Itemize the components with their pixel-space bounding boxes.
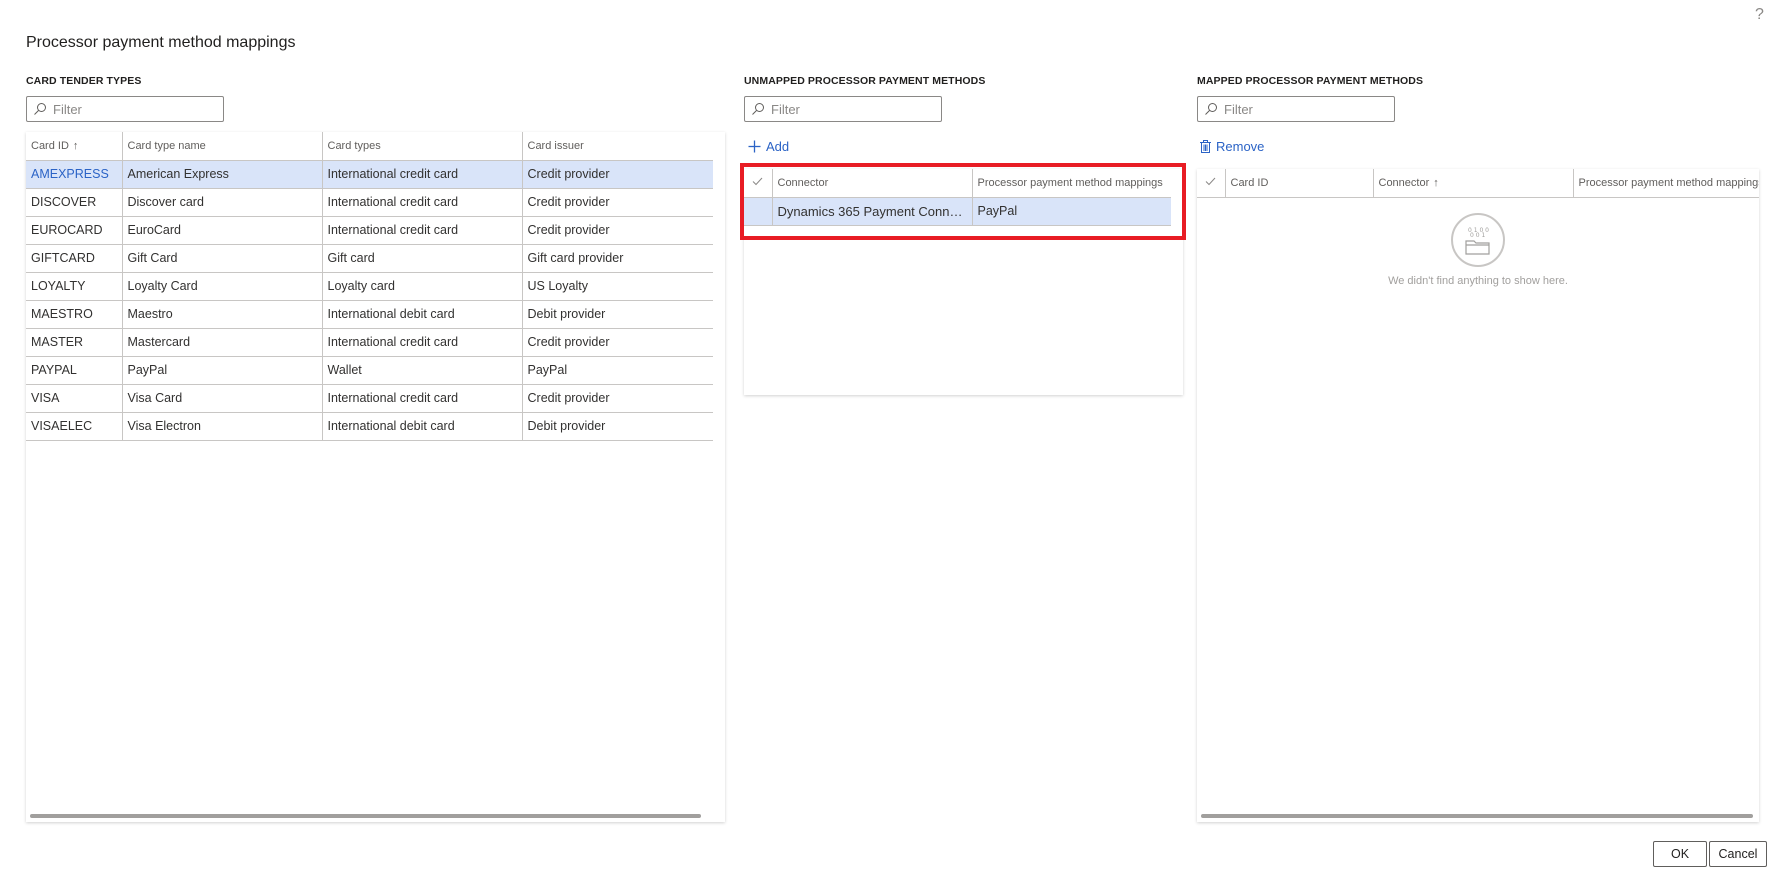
table-row[interactable]: LOYALTY Loyalty Card Loyalty card US Loyalt…: [26, 272, 713, 301]
card-type-name-cell: Loyalty Card: [122, 272, 323, 301]
column-header-card-type-name[interactable]: Card type name: [122, 132, 323, 161]
search-icon: [752, 103, 764, 115]
help-button[interactable]: ?: [1755, 6, 1764, 24]
card-types-cell: Wallet: [322, 356, 523, 385]
cancel-button[interactable]: Cancel: [1709, 841, 1767, 867]
table-row[interactable]: VISAELEC Visa Electron International debit…: [26, 412, 713, 441]
card-types-cell: Gift card: [322, 244, 523, 273]
card-id-cell: VISA: [26, 384, 123, 413]
table-row[interactable]: VISA Visa Card International credit card Cr…: [26, 384, 713, 413]
card-id-cell: VISAELEC: [26, 412, 123, 441]
card-id-cell[interactable]: AMEXPRESS: [26, 160, 123, 189]
grid-header-row: Card ID ↑ Card type name Card types Card …: [26, 132, 713, 161]
card-issuer-cell: Credit provider: [522, 160, 713, 189]
card-type-name-cell: Gift Card: [122, 244, 323, 273]
card-id-cell: MAESTRO: [26, 300, 123, 329]
card-type-name-cell: EuroCard: [122, 216, 323, 245]
card-type-name-cell: Maestro: [122, 300, 323, 329]
remove-button[interactable]: Remove: [1200, 139, 1264, 154]
card-id-cell: PAYPAL: [26, 356, 123, 385]
horizontal-scrollbar[interactable]: [1201, 814, 1753, 818]
add-button[interactable]: Add: [748, 139, 789, 154]
card-id-cell: LOYALTY: [26, 272, 123, 301]
card-issuer-cell: Credit provider: [522, 384, 713, 413]
card-type-name-cell: PayPal: [122, 356, 323, 385]
select-all-checkbox[interactable]: [1197, 169, 1226, 198]
column-header-card-id[interactable]: Card ID: [1225, 169, 1374, 198]
checkmark-icon: [1205, 177, 1216, 185]
card-types-cell: International credit card: [322, 328, 523, 357]
sort-ascending-icon: ↑: [1433, 176, 1439, 189]
sort-ascending-icon: ↑: [72, 139, 79, 152]
ok-button[interactable]: OK: [1653, 841, 1707, 867]
card-id-cell: EUROCARD: [26, 216, 123, 245]
column-header-card-issuer[interactable]: Card issuer: [522, 132, 713, 161]
unmapped-filter-input[interactable]: [771, 101, 931, 117]
unmapped-filter[interactable]: [744, 96, 942, 122]
card-id-cell: DISCOVER: [26, 188, 123, 217]
svg-text:0 0 1: 0 0 1: [1470, 232, 1485, 239]
unmapped-label: UNMAPPED PROCESSOR PAYMENT METHODS: [744, 75, 986, 87]
mapped-grid: Card ID Connector ↑ Processor payment met…: [1197, 169, 1759, 822]
card-tender-types-label: CARD TENDER TYPES: [26, 75, 142, 87]
mapped-label: MAPPED PROCESSOR PAYMENT METHODS: [1197, 75, 1424, 87]
table-row[interactable]: GIFTCARD Gift Card Gift card Gift card prov…: [26, 244, 713, 273]
empty-folder-icon: 0 1 0 0 0 0 1: [1451, 213, 1505, 267]
card-type-name-cell: Visa Card: [122, 384, 323, 413]
table-row[interactable]: PAYPAL PayPal Wallet PayPal: [26, 356, 713, 385]
card-types-cell: International credit card: [322, 160, 523, 189]
card-type-name-cell: Discover card: [122, 188, 323, 217]
search-icon: [1205, 103, 1217, 115]
column-header-card-id[interactable]: Card ID ↑: [26, 132, 123, 161]
horizontal-scrollbar[interactable]: [30, 814, 701, 818]
plus-icon: [748, 140, 761, 153]
card-id-cell: GIFTCARD: [26, 244, 123, 273]
search-icon: [34, 103, 46, 115]
card-types-cell: International credit card: [322, 384, 523, 413]
card-issuer-cell: Debit provider: [522, 412, 713, 441]
card-issuer-cell: Gift card provider: [522, 244, 713, 273]
table-row[interactable]: DISCOVER Discover card International credi…: [26, 188, 713, 217]
card-types-cell: International debit card: [322, 300, 523, 329]
table-row[interactable]: AMEXPRESS American Express International c…: [26, 160, 713, 189]
card-id-cell: MASTER: [26, 328, 123, 357]
card-issuer-cell: Credit provider: [522, 188, 713, 217]
mapped-filter[interactable]: [1197, 96, 1395, 122]
column-header-processor-mapping[interactable]: Processor payment method mappings: [1573, 169, 1759, 198]
card-issuer-cell: Credit provider: [522, 216, 713, 245]
card-tender-filter-input[interactable]: [53, 101, 213, 117]
card-issuer-cell: PayPal: [522, 356, 713, 385]
table-row[interactable]: MAESTRO Maestro International debit card De…: [26, 300, 713, 329]
table-row[interactable]: EUROCARD EuroCard International credit car…: [26, 216, 713, 245]
card-issuer-cell: US Loyalty: [522, 272, 713, 301]
card-type-name-cell: American Express: [122, 160, 323, 189]
card-types-cell: International debit card: [322, 412, 523, 441]
card-issuer-cell: Debit provider: [522, 300, 713, 329]
card-tender-grid: Card ID ↑ Card type name Card types Card …: [26, 132, 725, 822]
grid-header-row: Card ID Connector ↑ Processor payment met…: [1197, 169, 1759, 198]
card-types-cell: International credit card: [322, 216, 523, 245]
empty-state: 0 1 0 0 0 0 1 We didn't find anything to…: [1378, 213, 1578, 287]
highlight-box: [740, 163, 1186, 240]
card-types-cell: International credit card: [322, 188, 523, 217]
card-types-cell: Loyalty card: [322, 272, 523, 301]
dialog-title: Processor payment method mappings: [26, 34, 296, 51]
empty-message: We didn't find anything to show here.: [1388, 275, 1568, 287]
card-type-name-cell: Mastercard: [122, 328, 323, 357]
card-tender-filter[interactable]: [26, 96, 224, 122]
card-type-name-cell: Visa Electron: [122, 412, 323, 441]
column-header-card-types[interactable]: Card types: [322, 132, 523, 161]
column-header-connector[interactable]: Connector ↑: [1373, 169, 1574, 198]
card-issuer-cell: Credit provider: [522, 328, 713, 357]
mapped-filter-input[interactable]: [1224, 101, 1384, 117]
table-row[interactable]: MASTER Mastercard International credit car…: [26, 328, 713, 357]
trash-icon: [1200, 140, 1211, 153]
